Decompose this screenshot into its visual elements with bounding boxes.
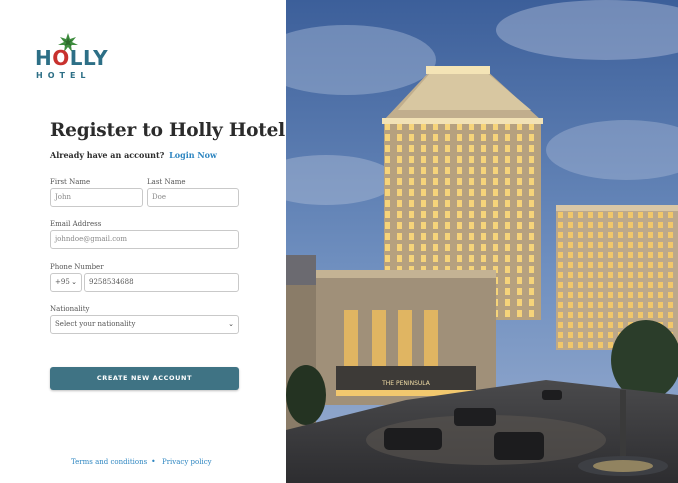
chevron-down-icon: ⌄ (228, 320, 234, 328)
hotel-hero-image: THE PENINSULA (286, 0, 678, 483)
last-name-label: Last Name (147, 178, 186, 186)
register-panel: HOLLY HOTEL Register to Holly Hotel Alre… (0, 0, 286, 483)
logo-subtitle: HOTEL (36, 71, 91, 80)
phone-field[interactable]: 9258534688 (84, 273, 239, 292)
footer-separator: • (151, 457, 156, 466)
logo-wordmark: HOLLY (35, 46, 109, 70)
terms-link[interactable]: Terms and conditions (71, 458, 147, 466)
login-now-link[interactable]: Login Now (169, 150, 217, 160)
nationality-value: Select your nationality (55, 320, 136, 328)
email-label: Email Address (50, 220, 102, 228)
last-name-field[interactable]: Doe (147, 188, 239, 207)
country-code-value: +95 (55, 278, 70, 286)
nationality-label: Nationality (50, 305, 90, 313)
chevron-down-icon: ⌄ (71, 278, 77, 286)
nationality-select[interactable]: Select your nationality ⌄ (50, 315, 239, 334)
hotel-photo-illustration: THE PENINSULA (286, 0, 678, 483)
phone-label: Phone Number (50, 263, 104, 271)
email-field[interactable]: johndoe@gmail.com (50, 230, 239, 249)
first-name-field[interactable]: John (50, 188, 143, 207)
country-code-select[interactable]: +95 ⌄ (50, 273, 82, 292)
first-name-label: First Name (50, 178, 91, 186)
privacy-link[interactable]: Privacy policy (162, 458, 212, 466)
login-prompt-text: Already have an account? (50, 150, 165, 160)
holly-hotel-logo[interactable]: HOLLY HOTEL (35, 31, 109, 83)
login-prompt: Already have an account? Login Now (50, 150, 217, 160)
create-account-button[interactable]: CREATE NEW ACCOUNT (50, 367, 239, 390)
page-title: Register to Holly Hotel (50, 120, 285, 141)
hotel-sign: THE PENINSULA (381, 380, 431, 387)
